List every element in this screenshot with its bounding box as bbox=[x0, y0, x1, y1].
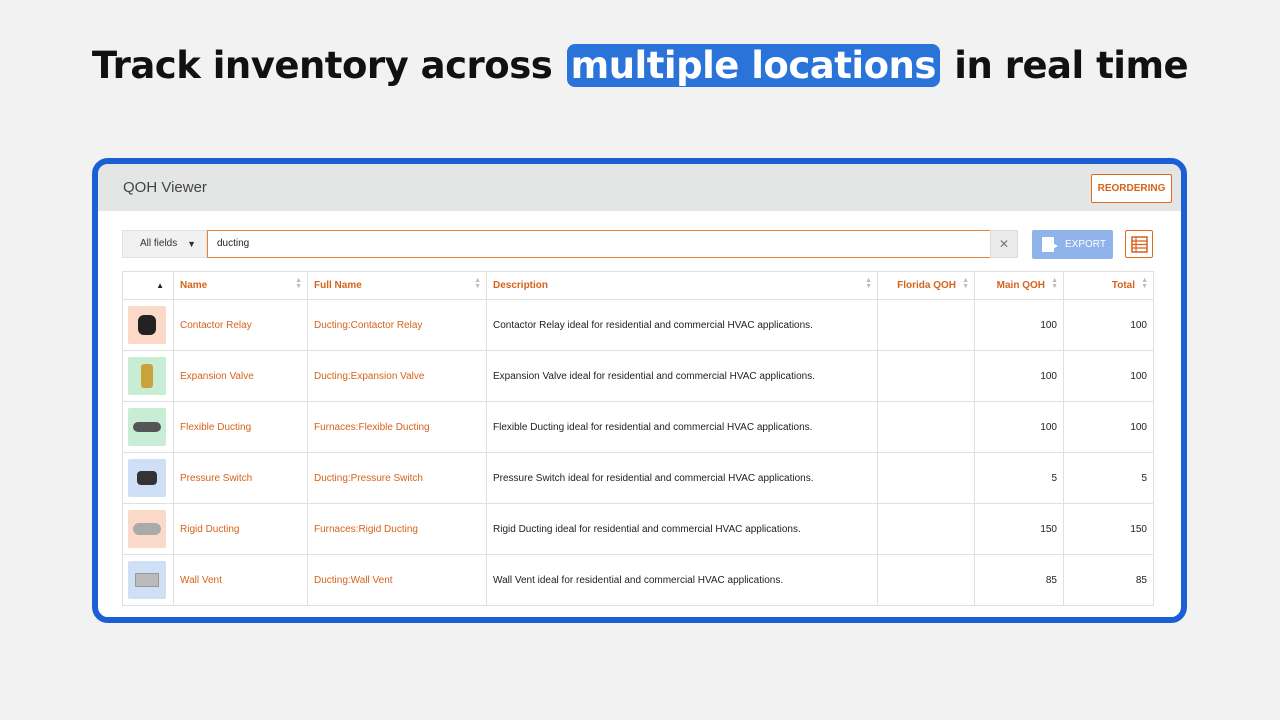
name-cell[interactable]: Expansion Valve bbox=[173, 350, 308, 402]
export-button[interactable]: EXPORT bbox=[1032, 230, 1113, 259]
panel-header: QOH Viewer REORDERING bbox=[98, 164, 1181, 211]
product-image bbox=[133, 422, 161, 432]
column-header-image[interactable]: ▲ bbox=[122, 271, 174, 300]
sort-icon: ▲ ▼ bbox=[474, 277, 481, 290]
florida-qoh-cell bbox=[877, 401, 975, 453]
name-cell[interactable]: Wall Vent bbox=[173, 554, 308, 606]
headline-highlight: multiple locations bbox=[566, 44, 940, 87]
column-settings-button[interactable] bbox=[1125, 230, 1153, 258]
export-label: EXPORT bbox=[1065, 239, 1106, 250]
description-cell: Expansion Valve ideal for residential an… bbox=[486, 350, 878, 402]
sort-icon: ▲ ▼ bbox=[865, 277, 872, 290]
panel-body: All fields ▼ ducting ✕ EXPORT ▲ Name ▲ ▼… bbox=[104, 211, 1175, 617]
search-input[interactable]: ducting bbox=[207, 230, 991, 258]
full-name-cell[interactable]: Furnaces:Rigid Ducting bbox=[307, 503, 487, 555]
description-cell: Rigid Ducting ideal for residential and … bbox=[486, 503, 878, 555]
total-cell: 100 bbox=[1063, 401, 1154, 453]
main-qoh-cell: 85 bbox=[974, 554, 1064, 606]
table-row[interactable]: Expansion Valve Ducting:Expansion Valve … bbox=[122, 350, 1154, 402]
main-qoh-cell: 100 bbox=[974, 350, 1064, 402]
name-cell[interactable]: Flexible Ducting bbox=[173, 401, 308, 453]
column-header-total[interactable]: Total ▲ ▼ bbox=[1063, 271, 1154, 300]
headline: Track inventory across multiple location… bbox=[0, 44, 1280, 87]
thumbnail-cell bbox=[122, 299, 174, 351]
sort-icon: ▲ ▼ bbox=[295, 277, 302, 290]
table-row[interactable]: Wall Vent Ducting:Wall Vent Wall Vent id… bbox=[122, 554, 1154, 606]
product-thumbnail bbox=[128, 561, 166, 599]
product-thumbnail bbox=[128, 459, 166, 497]
thumbnail-cell bbox=[122, 503, 174, 555]
florida-qoh-cell bbox=[877, 554, 975, 606]
product-thumbnail bbox=[128, 306, 166, 344]
column-header-florida-qoh[interactable]: Florida QOH ▲ ▼ bbox=[877, 271, 975, 300]
name-cell[interactable]: Pressure Switch bbox=[173, 452, 308, 504]
main-qoh-cell: 100 bbox=[974, 299, 1064, 351]
headline-before: Track inventory across bbox=[91, 44, 553, 87]
export-icon bbox=[1042, 237, 1058, 252]
full-name-cell[interactable]: Ducting:Wall Vent bbox=[307, 554, 487, 606]
full-name-cell[interactable]: Furnaces:Flexible Ducting bbox=[307, 401, 487, 453]
total-cell: 100 bbox=[1063, 299, 1154, 351]
clear-search-button[interactable]: ✕ bbox=[990, 230, 1018, 258]
total-cell: 150 bbox=[1063, 503, 1154, 555]
total-cell: 85 bbox=[1063, 554, 1154, 606]
florida-qoh-cell bbox=[877, 299, 975, 351]
column-header-description[interactable]: Description ▲ ▼ bbox=[486, 271, 878, 300]
florida-qoh-cell bbox=[877, 503, 975, 555]
reordering-button[interactable]: REORDERING bbox=[1091, 174, 1172, 203]
product-thumbnail bbox=[128, 510, 166, 548]
app-frame: QOH Viewer REORDERING All fields ▼ ducti… bbox=[92, 158, 1187, 623]
thumbnail-cell bbox=[122, 350, 174, 402]
thumbnail-cell bbox=[122, 554, 174, 606]
table-header-row: ▲ Name ▲ ▼ Full Name ▲ ▼ Description ▲ ▼ Flori… bbox=[122, 271, 1154, 300]
headline-after: in real time bbox=[954, 44, 1189, 87]
column-header-full-name[interactable]: Full Name ▲ ▼ bbox=[307, 271, 487, 300]
florida-qoh-cell bbox=[877, 452, 975, 504]
thumbnail-cell bbox=[122, 401, 174, 453]
description-cell: Wall Vent ideal for residential and comm… bbox=[486, 554, 878, 606]
sort-icon: ▲ ▼ bbox=[1051, 277, 1058, 290]
florida-qoh-cell bbox=[877, 350, 975, 402]
table-row[interactable]: Contactor Relay Ducting:Contactor Relay … bbox=[122, 299, 1154, 351]
full-name-cell[interactable]: Ducting:Contactor Relay bbox=[307, 299, 487, 351]
field-select-label: All fields bbox=[140, 238, 178, 249]
column-header-main-qoh[interactable]: Main QOH ▲ ▼ bbox=[974, 271, 1064, 300]
table-row[interactable]: Flexible Ducting Furnaces:Flexible Ducti… bbox=[122, 401, 1154, 453]
description-cell: Contactor Relay ideal for residential an… bbox=[486, 299, 878, 351]
total-cell: 5 bbox=[1063, 452, 1154, 504]
total-cell: 100 bbox=[1063, 350, 1154, 402]
sort-ascending-icon: ▲ bbox=[156, 281, 164, 290]
table-row[interactable]: Pressure Switch Ducting:Pressure Switch … bbox=[122, 452, 1154, 504]
panel-title: QOH Viewer bbox=[123, 179, 207, 196]
product-image bbox=[141, 364, 153, 388]
chevron-down-icon: ▼ bbox=[187, 239, 196, 249]
name-cell[interactable]: Rigid Ducting bbox=[173, 503, 308, 555]
product-image bbox=[138, 315, 156, 335]
thumbnail-cell bbox=[122, 452, 174, 504]
full-name-cell[interactable]: Ducting:Expansion Valve bbox=[307, 350, 487, 402]
description-cell: Pressure Switch ideal for residential an… bbox=[486, 452, 878, 504]
product-image bbox=[135, 573, 159, 587]
table-icon bbox=[1131, 236, 1148, 253]
sort-icon: ▲ ▼ bbox=[962, 277, 969, 290]
full-name-cell[interactable]: Ducting:Pressure Switch bbox=[307, 452, 487, 504]
main-qoh-cell: 150 bbox=[974, 503, 1064, 555]
name-cell[interactable]: Contactor Relay bbox=[173, 299, 308, 351]
main-qoh-cell: 100 bbox=[974, 401, 1064, 453]
table-row[interactable]: Rigid Ducting Furnaces:Rigid Ducting Rig… bbox=[122, 503, 1154, 555]
qoh-table: ▲ Name ▲ ▼ Full Name ▲ ▼ Description ▲ ▼ Flori… bbox=[122, 271, 1154, 606]
main-qoh-cell: 5 bbox=[974, 452, 1064, 504]
description-cell: Flexible Ducting ideal for residential a… bbox=[486, 401, 878, 453]
column-header-name[interactable]: Name ▲ ▼ bbox=[173, 271, 308, 300]
product-thumbnail bbox=[128, 408, 166, 446]
product-image bbox=[133, 523, 161, 535]
sort-icon: ▲ ▼ bbox=[1141, 277, 1148, 290]
field-select[interactable]: All fields ▼ bbox=[122, 230, 207, 258]
product-image bbox=[137, 471, 157, 485]
product-thumbnail bbox=[128, 357, 166, 395]
